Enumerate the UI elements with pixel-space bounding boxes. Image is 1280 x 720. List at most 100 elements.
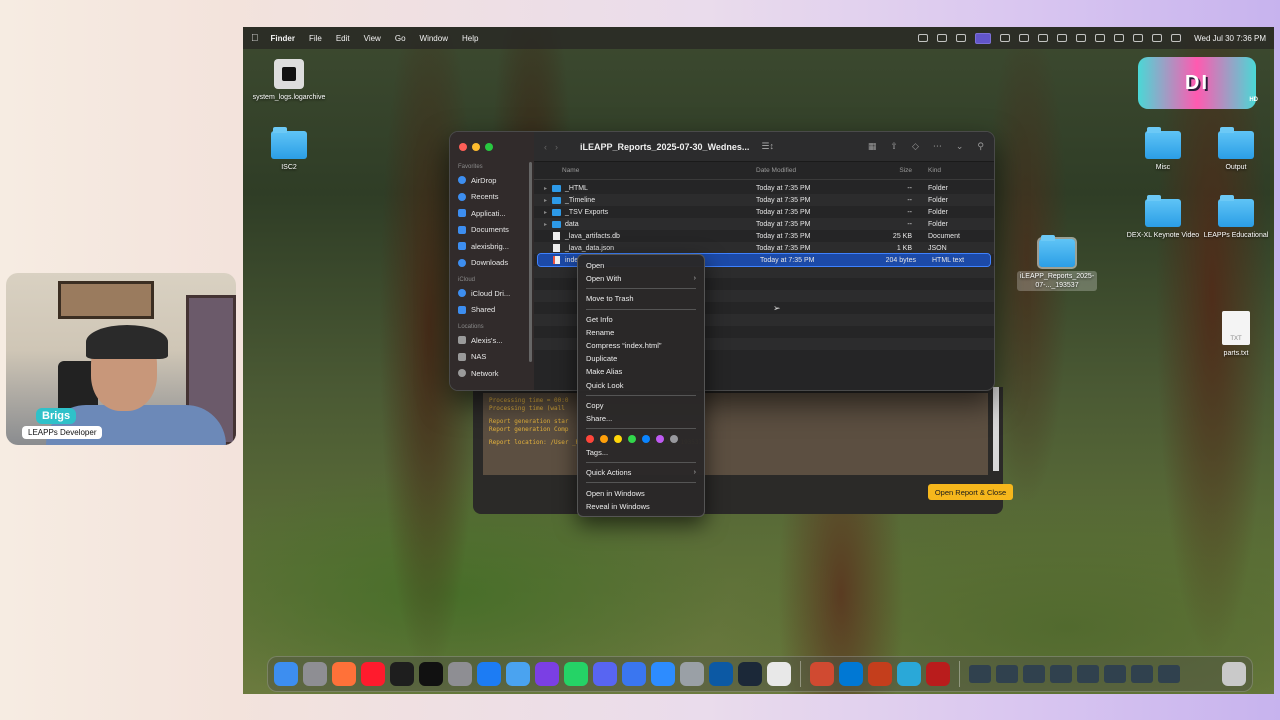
dock-zoom-icon[interactable] — [651, 662, 675, 686]
battery-icon[interactable] — [1114, 34, 1125, 42]
menu-quick-actions[interactable]: Quick Actions › — [578, 466, 704, 479]
screen-icon[interactable] — [956, 34, 967, 42]
dock-minimized-window[interactable] — [996, 665, 1018, 683]
dock-steam-icon[interactable] — [738, 662, 762, 686]
file-row[interactable]: ▸ data Today at 7:35 PM -- Folder — [534, 218, 994, 230]
menu-app-name[interactable]: Finder — [271, 34, 295, 43]
dock-opera-icon[interactable] — [361, 662, 385, 686]
chevron-down-icon[interactable]: ⌄ — [956, 141, 964, 152]
menu-open[interactable]: Open — [578, 259, 704, 272]
dock-app-store-icon[interactable] — [477, 662, 501, 686]
share-icon[interactable]: ⇧ — [890, 141, 898, 152]
tag-green[interactable] — [628, 435, 636, 444]
desktop-icon-logarchive[interactable]: system_logs.logarchive — [249, 59, 329, 102]
desktop-icon-ileapp-reports[interactable]: iLEAPP_Reports_2025-07-..._193537 — [1017, 235, 1097, 291]
dock-minimized-window[interactable] — [1104, 665, 1126, 683]
sidebar-item-documents[interactable]: Documents — [450, 222, 534, 239]
dock-minimized-window[interactable] — [1077, 665, 1099, 683]
dock-preview-icon[interactable] — [506, 662, 530, 686]
open-report-button[interactable]: Open Report & Close — [928, 484, 1013, 500]
dock-minimized-window[interactable] — [1131, 665, 1153, 683]
control-center-icon[interactable] — [1171, 34, 1182, 42]
dock-minimized-window[interactable] — [1050, 665, 1072, 683]
mic-icon[interactable] — [937, 34, 948, 42]
ileapp-gui-window[interactable]: Processing time = 00:0 Processing time (… — [473, 387, 1013, 514]
column-kind[interactable]: Kind — [924, 167, 994, 174]
menu-go[interactable]: Go — [395, 34, 406, 43]
dock-minimized-window[interactable] — [1023, 665, 1045, 683]
menu-open-with[interactable]: Open With › — [578, 272, 704, 285]
desktop-icon-leapps-educational[interactable]: LEAPPs Educational — [1196, 195, 1274, 240]
sidebar-scrollbar[interactable] — [529, 162, 532, 362]
menu-share[interactable]: Share... — [578, 412, 704, 425]
menu-duplicate[interactable]: Duplicate — [578, 352, 704, 365]
menu-reveal-in-windows[interactable]: Reveal in Windows — [578, 500, 704, 513]
dock-system-settings-icon[interactable] — [448, 662, 472, 686]
dock-whatsapp-icon[interactable] — [564, 662, 588, 686]
more-icon[interactable]: ⋯ — [933, 141, 942, 152]
sidebar-item-computer[interactable]: Alexis's... — [450, 332, 534, 349]
dock-powerpoint-icon[interactable] — [868, 662, 892, 686]
menu-help[interactable]: Help — [462, 34, 478, 43]
menu-edit[interactable]: Edit — [336, 34, 350, 43]
dock-firefox-icon[interactable] — [332, 662, 356, 686]
search-icon[interactable] — [1152, 34, 1163, 42]
shield-icon[interactable] — [1019, 34, 1030, 42]
menu-get-info[interactable]: Get Info — [578, 313, 704, 326]
file-row[interactable]: _lava_data.json Today at 7:35 PM 1 KB JSON — [534, 242, 994, 254]
dock-database-icon[interactable] — [680, 662, 704, 686]
menu-make-alias[interactable]: Make Alias — [578, 365, 704, 378]
grid-icon[interactable] — [1057, 34, 1068, 42]
menu-move-to-trash[interactable]: Move to Trash — [578, 292, 704, 305]
desktop-icon-misc[interactable]: Misc — [1123, 127, 1203, 172]
sidebar-item-downloads[interactable]: Downloads — [450, 255, 534, 272]
dock-terminal-icon[interactable] — [390, 662, 414, 686]
dock-trash-icon[interactable] — [1222, 662, 1246, 686]
apple-icon[interactable]:  — [251, 33, 259, 44]
file-row[interactable]: ▸ _TSV Exports Today at 7:35 PM -- Folder — [534, 206, 994, 218]
close-button[interactable] — [459, 143, 467, 151]
tag-blue[interactable] — [642, 435, 650, 444]
sidebar-item-recents[interactable]: Recents — [450, 189, 534, 206]
disclosure-icon[interactable]: ▸ — [544, 185, 552, 192]
tag-yellow[interactable] — [614, 435, 622, 444]
zoom-button[interactable] — [485, 143, 493, 151]
minimize-button[interactable] — [472, 143, 480, 151]
menu-copy[interactable]: Copy — [578, 399, 704, 412]
play-icon[interactable] — [1095, 34, 1106, 42]
column-name[interactable]: Name — [534, 167, 756, 174]
menu-rename[interactable]: Rename — [578, 326, 704, 339]
menu-clock[interactable]: Wed Jul 30 7:36 PM — [1194, 34, 1266, 43]
wifi-icon[interactable] — [1133, 34, 1144, 42]
desktop-icon-output[interactable]: Output — [1196, 127, 1274, 172]
back-forward-icon[interactable]: ‹› — [544, 142, 566, 152]
history-icon[interactable] — [1076, 34, 1087, 42]
sidebar-item-shared[interactable]: Shared — [450, 302, 534, 319]
dock-discord-icon[interactable] — [593, 662, 617, 686]
dock-github-desktop-icon[interactable] — [535, 662, 559, 686]
dock-textedit-icon[interactable] — [767, 662, 791, 686]
menu-tags[interactable]: Tags... — [578, 446, 704, 459]
dock-remote-desktop-icon[interactable] — [810, 662, 834, 686]
dock-minimized-window[interactable] — [1158, 665, 1180, 683]
dock-finder-icon[interactable] — [274, 662, 298, 686]
sidebar-item-icloud-drive[interactable]: iCloud Dri... — [450, 285, 534, 302]
list-view-icon[interactable]: ☰↕ — [761, 141, 774, 152]
dock-minimized-window[interactable] — [969, 665, 991, 683]
sidebar-item-network[interactable]: Network — [450, 365, 534, 382]
file-row[interactable]: _lava_artifacts.db Today at 7:35 PM 25 KB D… — [534, 230, 994, 242]
menu-file[interactable]: File — [309, 34, 322, 43]
sidebar-item-airdrop[interactable]: AirDrop — [450, 172, 534, 189]
log-scrollbar[interactable] — [993, 387, 999, 471]
desktop-icon-dex-xl[interactable]: DEX-XL Keynote Video — [1123, 195, 1203, 240]
tag-gray[interactable] — [670, 435, 678, 444]
headphones-icon[interactable] — [1000, 34, 1011, 42]
dock-vscode-icon[interactable] — [839, 662, 863, 686]
file-row[interactable]: ▸ _HTML Today at 7:35 PM -- Folder — [534, 182, 994, 194]
column-date[interactable]: Date Modified — [756, 167, 866, 174]
dock-edge-icon[interactable] — [709, 662, 733, 686]
menu-window[interactable]: Window — [420, 34, 448, 43]
person-icon[interactable] — [1038, 34, 1049, 42]
menu-compress[interactable]: Compress “index.html” — [578, 339, 704, 352]
sidebar-item-applications[interactable]: Applicati... — [450, 205, 534, 222]
